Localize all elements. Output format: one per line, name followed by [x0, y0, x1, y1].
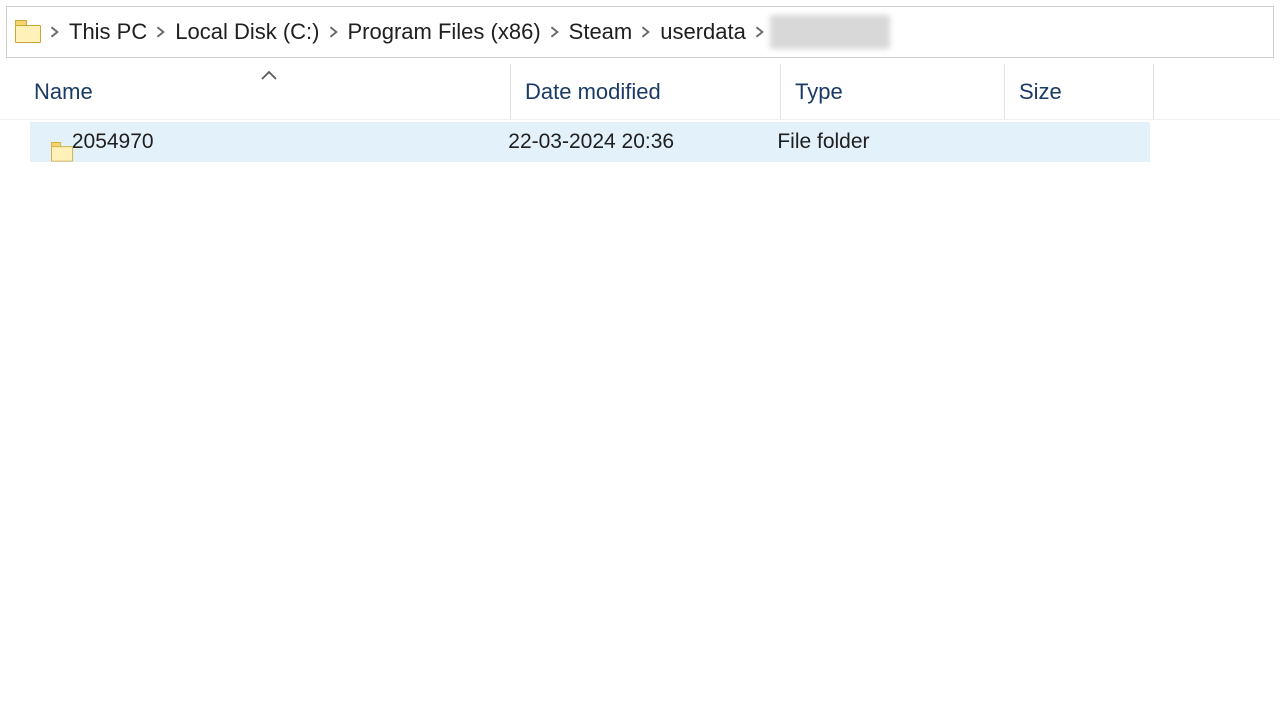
chevron-right-icon[interactable] [549, 26, 561, 38]
chevron-right-icon[interactable] [640, 26, 652, 38]
breadcrumb-userdata[interactable]: userdata [652, 19, 754, 45]
chevron-right-icon[interactable] [328, 26, 340, 38]
breadcrumb-current-redacted[interactable] [770, 15, 890, 49]
column-header-type[interactable]: Type [780, 64, 1004, 119]
column-header-date-modified[interactable]: Date modified [510, 64, 780, 119]
sort-up-icon [260, 62, 278, 88]
row-date-modified: 22-03-2024 20:36 [508, 130, 777, 154]
file-list: 2054970 22-03-2024 20:36 File folder [0, 122, 1280, 162]
column-header-size[interactable]: Size [1004, 64, 1154, 119]
breadcrumb-program-files[interactable]: Program Files (x86) [340, 19, 549, 45]
column-header-name[interactable]: Name [0, 64, 510, 119]
column-header-label: Date modified [525, 79, 661, 105]
breadcrumb-local-disk[interactable]: Local Disk (C:) [167, 19, 327, 45]
breadcrumb-this-pc[interactable]: This PC [61, 19, 155, 45]
chevron-right-icon[interactable] [155, 26, 167, 38]
row-type: File folder [777, 130, 1000, 154]
column-header-label: Size [1019, 79, 1062, 105]
column-header-label: Type [795, 79, 843, 105]
table-row[interactable]: 2054970 22-03-2024 20:36 File folder [30, 122, 1150, 162]
column-header-label: Name [34, 79, 93, 105]
address-bar[interactable]: This PC Local Disk (C:) Program Files (x… [6, 6, 1274, 58]
folder-icon [15, 20, 43, 44]
row-name: 2054970 [72, 130, 508, 154]
column-headers: Name Date modified Type Size [0, 64, 1280, 120]
breadcrumb-steam[interactable]: Steam [561, 19, 641, 45]
chevron-right-icon[interactable] [49, 26, 61, 38]
chevron-right-icon[interactable] [754, 26, 766, 38]
